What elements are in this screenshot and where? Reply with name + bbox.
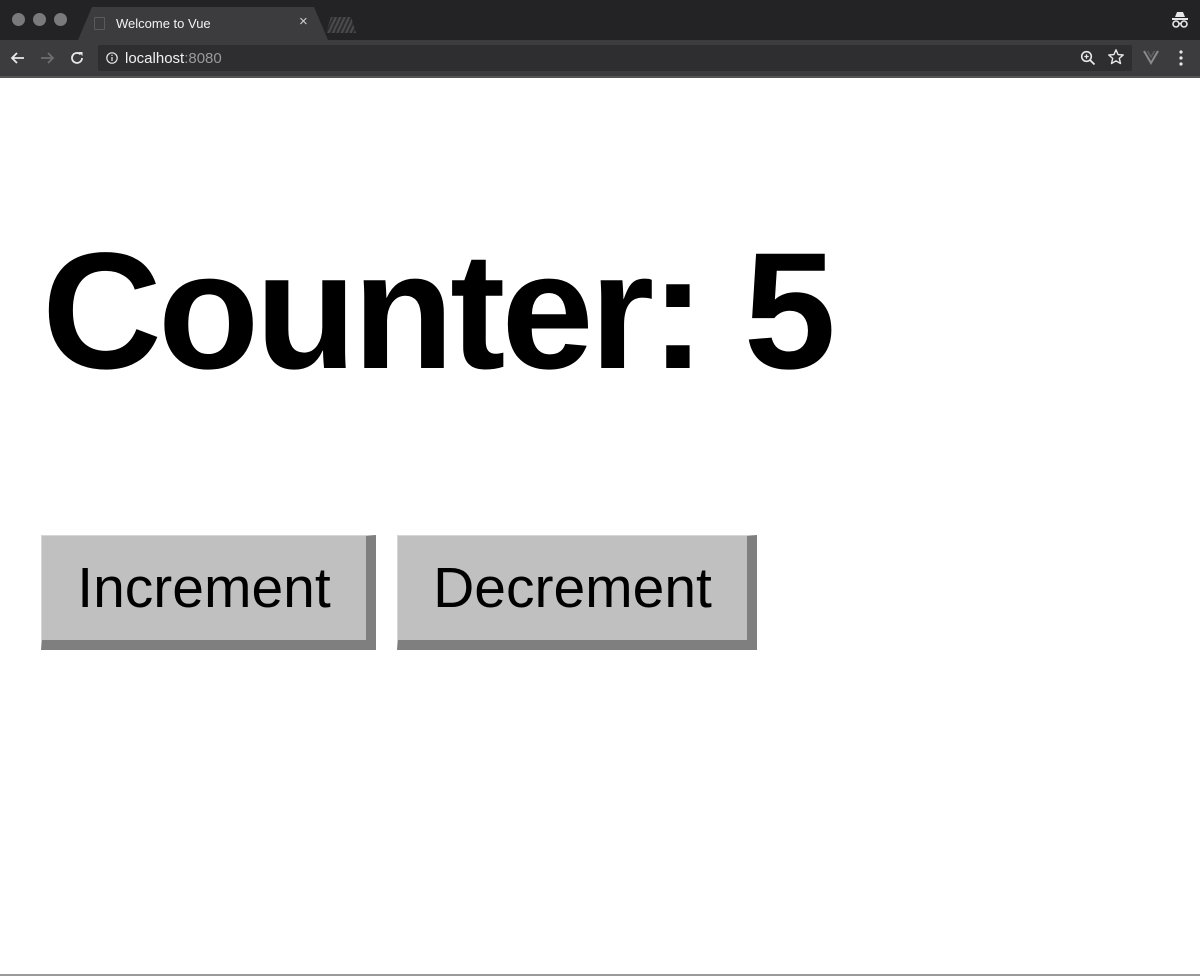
browser-window: Welcome to Vue × localhost:8080 Counter:… [0, 0, 1200, 976]
zoom-icon[interactable] [1080, 50, 1096, 66]
counter-heading: Counter: 5 [42, 219, 836, 404]
decrement-button[interactable]: Decrement [397, 535, 757, 650]
back-arrow-icon [10, 52, 24, 64]
reload-icon [71, 52, 83, 64]
tab-strip: Welcome to Vue × [0, 0, 1200, 40]
tab-welcome-to-vue[interactable]: Welcome to Vue × [78, 7, 328, 40]
vue-extension-icon[interactable] [1143, 49, 1159, 65]
browser-toolbar: localhost:8080 [0, 40, 1200, 78]
incognito-icon [1172, 12, 1188, 28]
new-tab-button[interactable] [326, 17, 356, 33]
forward-arrow-icon [41, 52, 55, 64]
minimize-window-button[interactable] [33, 13, 46, 26]
menu-icon[interactable] [1174, 49, 1188, 67]
star-icon[interactable] [1107, 48, 1125, 66]
address-bar[interactable]: localhost:8080 [98, 45, 1132, 71]
forward-button[interactable] [35, 46, 59, 70]
back-button[interactable] [6, 46, 30, 70]
close-window-button[interactable] [12, 13, 25, 26]
info-icon[interactable] [106, 52, 118, 64]
reload-button[interactable] [65, 46, 89, 70]
url-text[interactable]: localhost:8080 [125, 50, 222, 67]
tab-close-icon[interactable]: × [299, 14, 308, 30]
url-host: localhost [125, 50, 185, 67]
url-port: :8080 [184, 50, 222, 67]
page-favicon-icon [94, 17, 105, 30]
page-content: Counter: 5 Increment Decrement [0, 78, 1200, 974]
increment-button[interactable]: Increment [41, 535, 376, 650]
maximize-window-button[interactable] [54, 13, 67, 26]
tab-title: Welcome to Vue [116, 16, 211, 31]
